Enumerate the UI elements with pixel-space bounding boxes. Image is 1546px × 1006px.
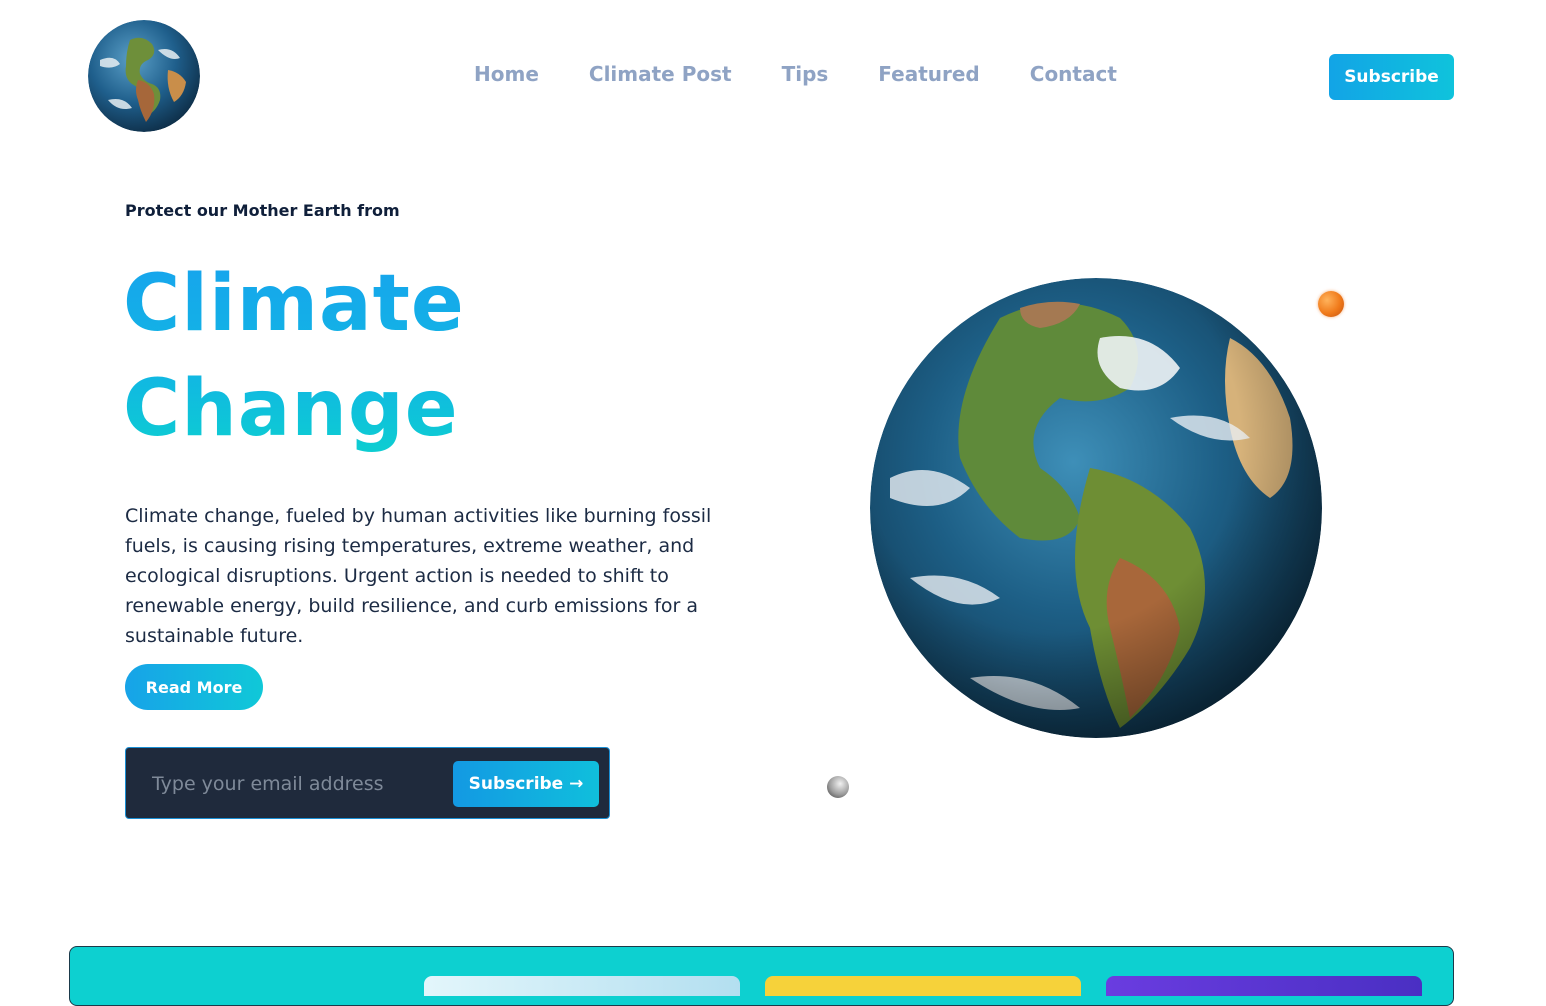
email-signup-form: Subscribe → xyxy=(125,747,610,819)
feature-card-1[interactable] xyxy=(424,976,740,996)
read-more-button[interactable]: Read More xyxy=(125,664,263,710)
hero-kicker: Protect our Mother Earth from xyxy=(125,201,400,220)
earth-illustration xyxy=(870,278,1322,738)
headline-line-2: Change xyxy=(123,364,459,454)
nav-contact[interactable]: Contact xyxy=(1030,62,1117,86)
header-subscribe-button[interactable]: Subscribe xyxy=(1329,54,1454,100)
nav-home[interactable]: Home xyxy=(474,62,539,86)
main-nav: Home Climate Post Tips Featured Contact xyxy=(474,62,1167,86)
nav-climate-post[interactable]: Climate Post xyxy=(589,62,732,86)
headline-line-1: Climate xyxy=(123,259,465,349)
hero-description: Climate change, fueled by human activiti… xyxy=(125,505,712,647)
email-subscribe-button[interactable]: Subscribe → xyxy=(453,761,599,807)
feature-card-2[interactable] xyxy=(765,976,1081,996)
mars-planet-icon xyxy=(1318,291,1344,317)
logo-earth-icon[interactable] xyxy=(88,20,200,132)
moon-icon xyxy=(827,776,849,798)
nav-tips[interactable]: Tips xyxy=(782,62,829,86)
hero-headline: Climate Change xyxy=(123,252,465,462)
feature-card-3[interactable] xyxy=(1106,976,1422,996)
email-input[interactable] xyxy=(150,766,444,802)
nav-featured[interactable]: Featured xyxy=(878,62,979,86)
